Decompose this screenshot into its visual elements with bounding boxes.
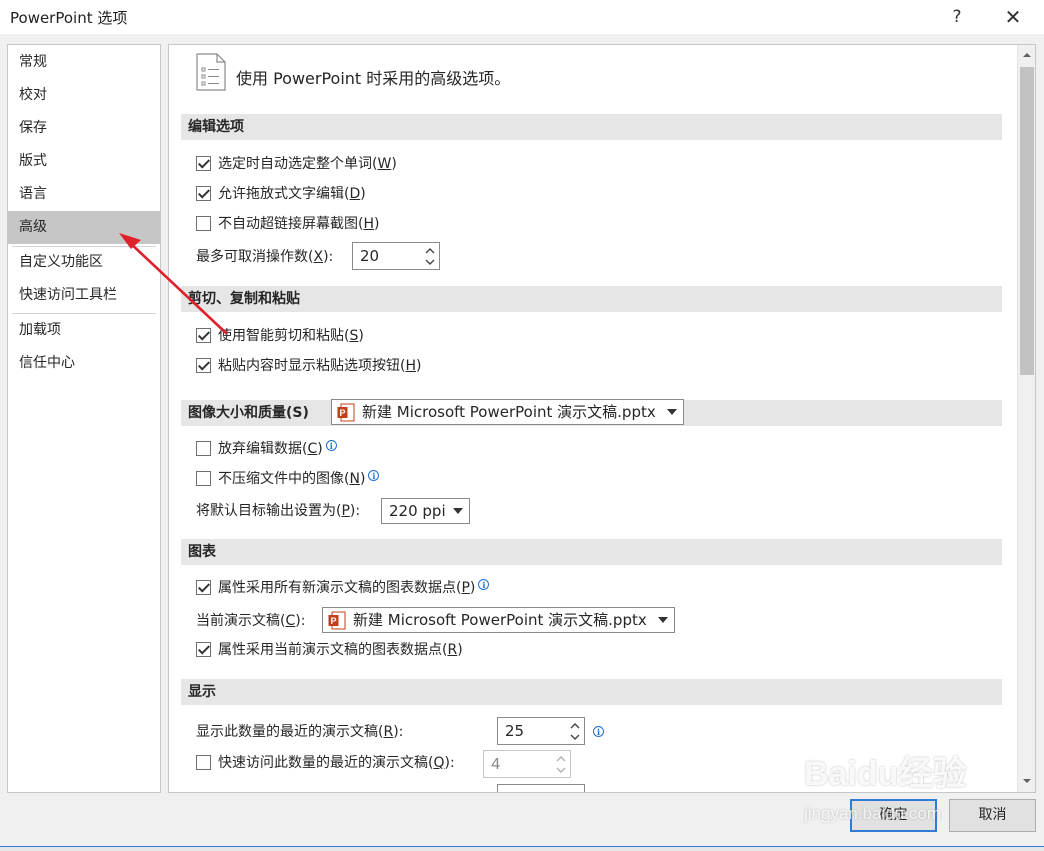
all-new-chart-props-checkbox[interactable] [196,580,211,595]
current-presentation-value: 新建 Microsoft PowerPoint 演示文稿.pptx [353,611,647,629]
default-output-ppi-dropdown[interactable]: 220 ppi [381,498,470,524]
paste-options-checkbox[interactable] [196,358,211,373]
all-new-chart-props-label: 属性采用所有新演示文稿的图表数据点(P) i [218,576,490,600]
spin-down-icon[interactable] [569,731,581,743]
nav-item-proofing[interactable]: 校对 [8,79,160,112]
nav-item-quick-access-toolbar[interactable]: 快速访问工具栏 [8,279,160,312]
discard-edit-data-checkbox[interactable] [196,441,211,456]
no-compress-checkbox[interactable] [196,471,211,486]
quick-access-recent-checkbox[interactable] [196,755,211,770]
nav-item-trust-center[interactable]: 信任中心 [8,347,160,380]
select-whole-word-checkbox[interactable] [196,156,211,171]
spin-down-icon [556,767,566,773]
quick-access-recent-value: 4 [491,755,501,773]
section-header-editing: 编辑选项 [181,114,1002,140]
recent-count-value: 25 [505,722,525,740]
partially-visible-spinner[interactable]: 20 [497,784,585,792]
chevron-down-icon [667,409,677,415]
chevron-down-icon [453,508,463,514]
no-hyperlink-screenshot-label: 不自动超链接屏幕截图(H) [218,216,380,232]
current-chart-props-checkbox[interactable] [196,642,211,657]
help-button[interactable]: ? [934,0,980,34]
nav-item-save[interactable]: 保存 [8,112,160,145]
options-category-list: 常规 校对 保存 版式 语言 高级 自定义功能区 快速访问工具栏 加载项 信任中… [7,44,161,793]
svg-text:P: P [340,408,346,418]
current-chart-props-label: 属性采用当前演示文稿的图表数据点(R) [218,642,463,658]
options-scroll-area: 使用 PowerPoint 时采用的高级选项。 编辑选项 选定时自动选定整个单词… [169,45,1017,792]
section-header-display: 显示 [181,679,1002,705]
discard-edit-data-label: 放弃编辑数据(C) i [218,437,337,461]
spin-down-icon[interactable] [424,256,436,268]
scrollbar-thumb[interactable] [1020,67,1034,375]
chevron-down-icon [658,617,668,623]
select-whole-word-label: 选定时自动选定整个单词(W) [218,156,397,172]
window-title: PowerPoint 选项 [10,9,128,27]
scroll-up-icon[interactable] [1020,48,1034,62]
paste-options-label: 粘贴内容时显示粘贴选项按钮(H) [218,358,422,374]
close-button[interactable]: ✕ [990,0,1036,34]
image-quality-file-dropdown[interactable]: P 新建 Microsoft PowerPoint 演示文稿.pptx [331,399,684,425]
max-undo-spinner[interactable]: 20 [352,242,440,270]
nav-item-add-ins[interactable]: 加载项 [8,314,160,347]
partially-visible-value: 20 [505,789,524,792]
info-icon: i [593,726,604,737]
image-quality-file-value: 新建 Microsoft PowerPoint 演示文稿.pptx [362,403,656,421]
nav-item-language[interactable]: 语言 [8,178,160,211]
title-bar: PowerPoint 选项 ? ✕ [0,0,1044,34]
vertical-scrollbar[interactable] [1017,45,1035,792]
window-bottom-edge [0,846,1044,851]
info-icon: i [368,470,380,481]
advanced-options-panel: 使用 PowerPoint 时采用的高级选项。 编辑选项 选定时自动选定整个单词… [168,44,1036,793]
nav-item-general[interactable]: 常规 [8,46,160,79]
section-header-clipboard: 剪切、复制和粘贴 [181,286,1002,312]
scroll-down-icon[interactable] [1020,774,1034,788]
ok-button[interactable]: 确定 [850,799,937,832]
nav-item-customize-ribbon[interactable]: 自定义功能区 [8,246,160,279]
recent-count-spinner[interactable]: 25 [497,717,585,745]
no-compress-label: 不压缩文件中的图像(N) i [218,467,380,491]
section-header-chart: 图表 [181,539,1002,565]
info-icon: i [478,579,490,590]
nav-item-advanced[interactable]: 高级 [8,211,160,244]
svg-text:P: P [331,616,337,626]
document-options-icon [196,53,226,91]
pptx-file-icon: P [328,611,346,630]
smart-cut-paste-label: 使用智能剪切和粘贴(S) [218,328,364,344]
quick-access-recent-spinner: 4 [483,750,571,778]
drag-drop-checkbox[interactable] [196,186,211,201]
max-undo-value: 20 [360,247,380,265]
quick-access-recent-label: 快速访问此数量的最近的演示文稿(Q): [218,755,455,771]
nav-item-layout[interactable]: 版式 [8,145,160,178]
smart-cut-paste-checkbox[interactable] [196,328,211,343]
drag-drop-label: 允许拖放式文字编辑(D) [218,186,366,202]
page-title: 使用 PowerPoint 时采用的高级选项。 [236,69,511,88]
default-output-ppi-value: 220 ppi [389,502,446,520]
image-quality-header-label: 图像大小和质量(S) [188,405,309,421]
no-hyperlink-screenshot-checkbox[interactable] [196,216,211,231]
current-presentation-dropdown[interactable]: P 新建 Microsoft PowerPoint 演示文稿.pptx [322,607,675,633]
info-icon: i [325,440,337,451]
cancel-button[interactable]: 取消 [949,799,1036,832]
pptx-file-icon: P [337,403,355,422]
